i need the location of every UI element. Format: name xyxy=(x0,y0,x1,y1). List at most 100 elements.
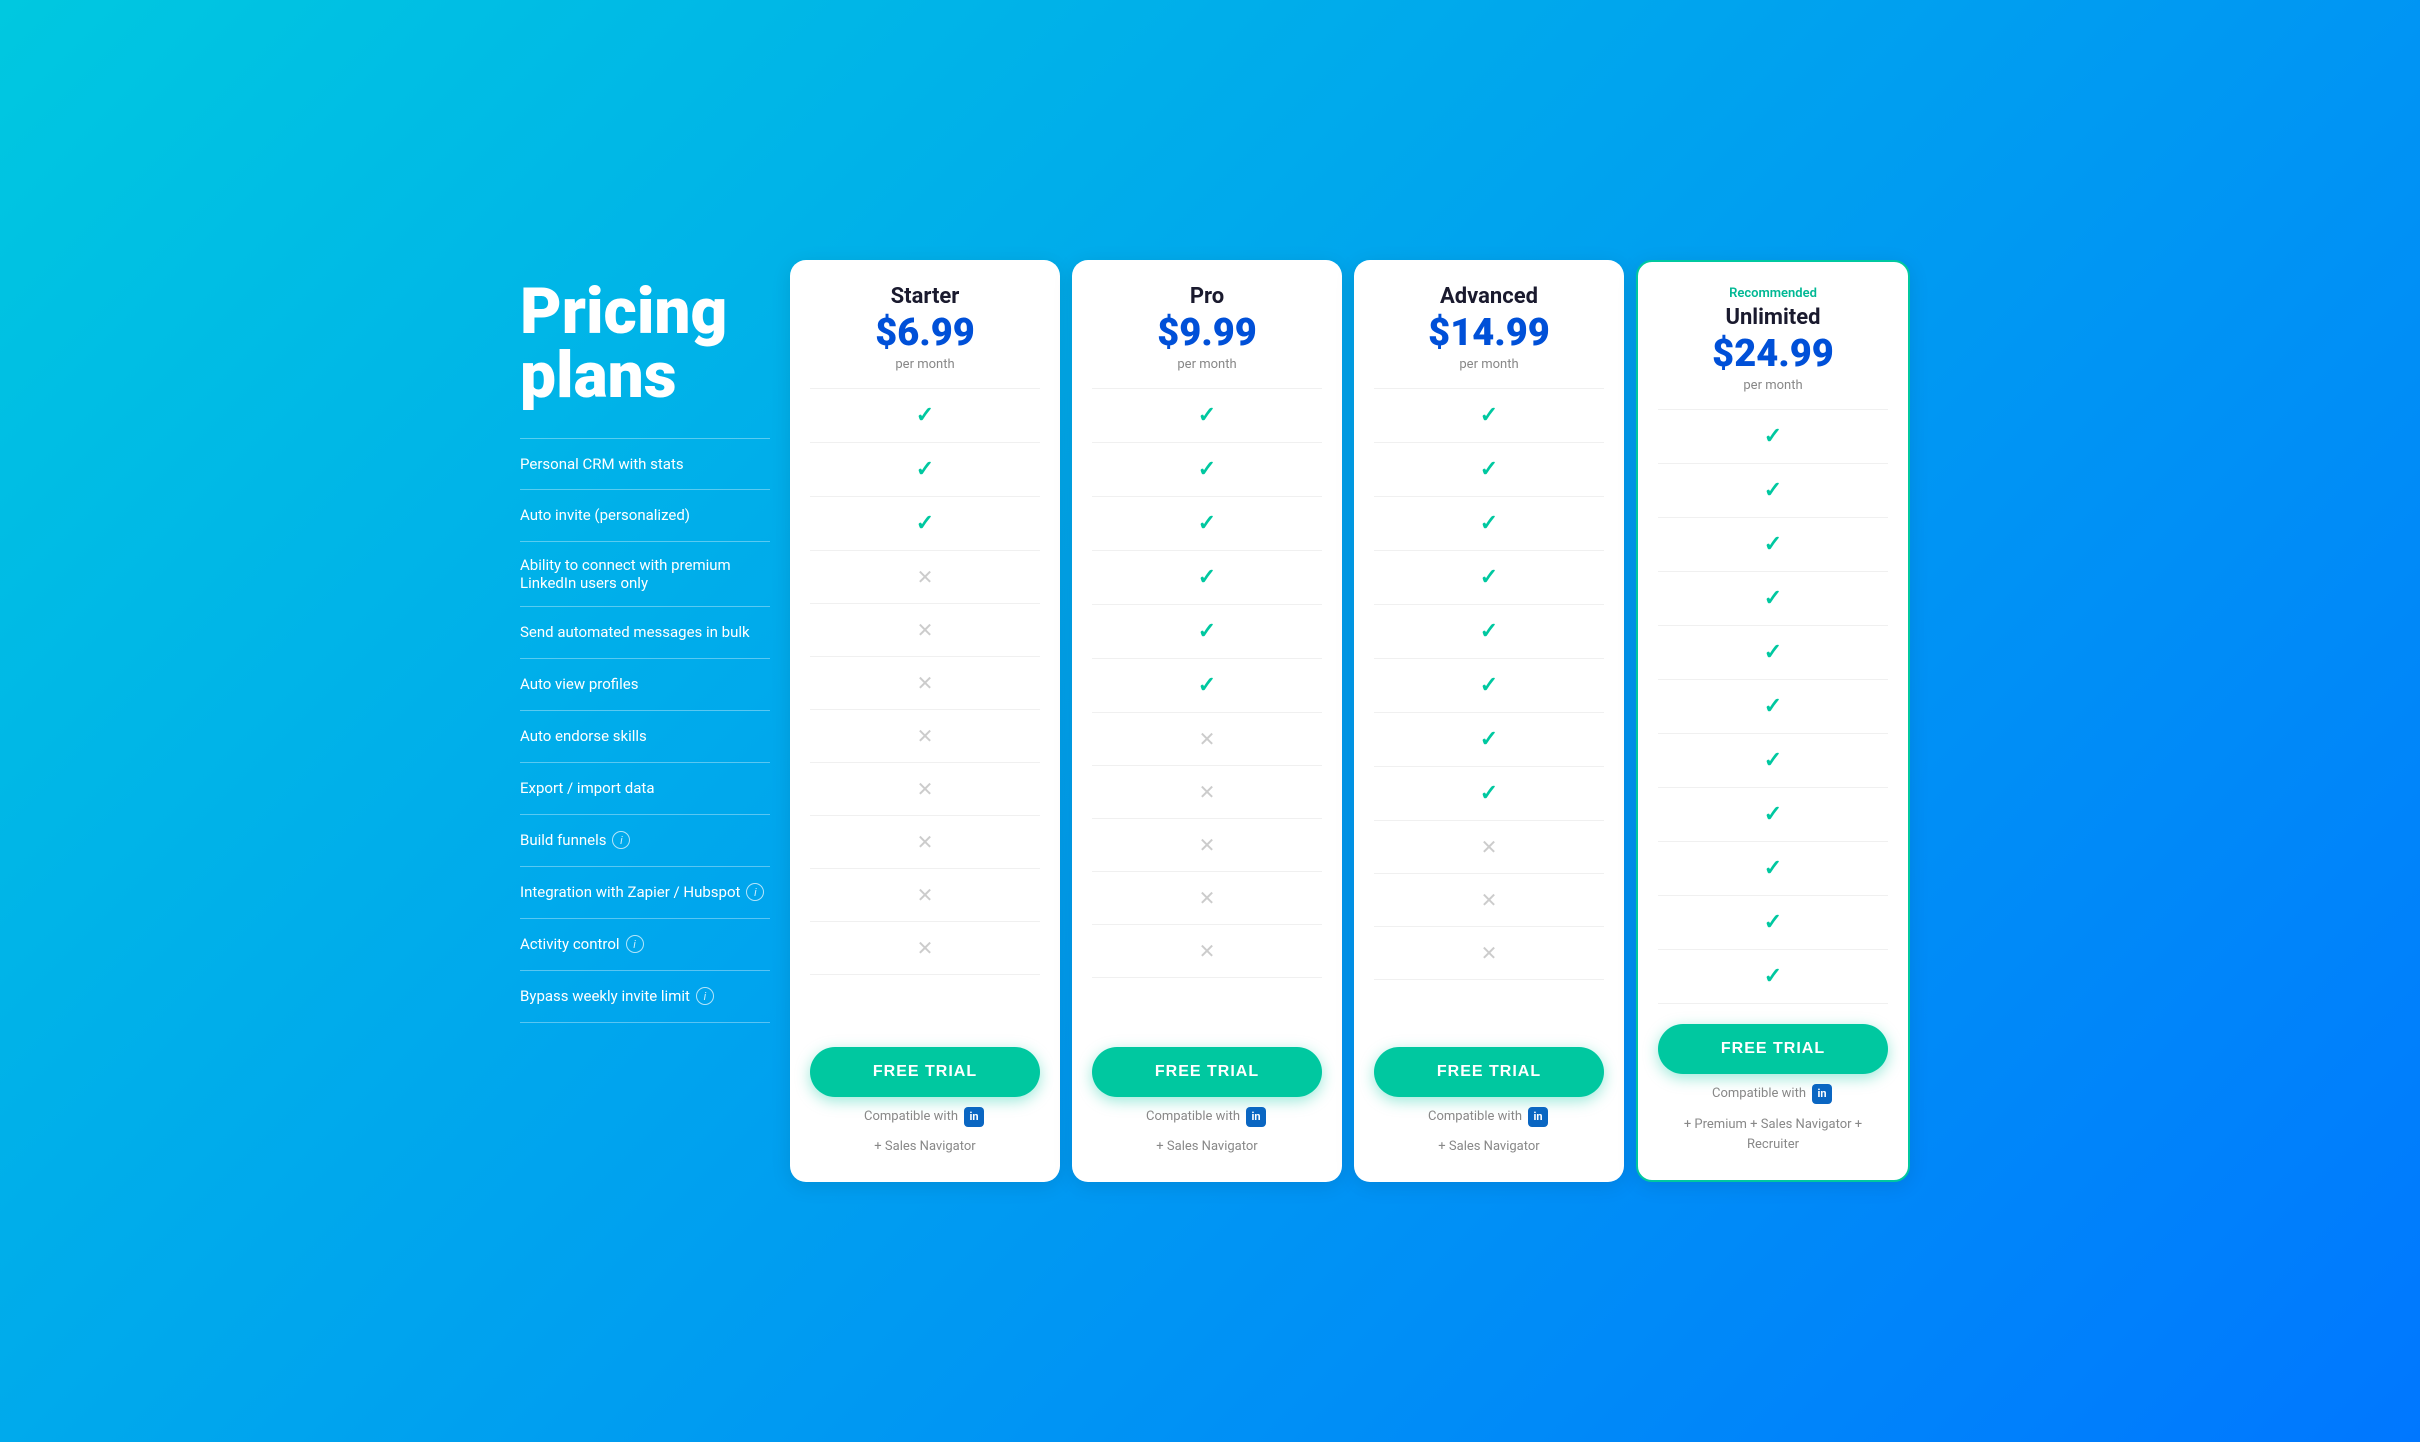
feature-item-2: Ability to connect with premium LinkedIn… xyxy=(520,542,770,607)
check-row-starter-8: ✕ xyxy=(810,816,1040,869)
feature-item-1: Auto invite (personalized) xyxy=(520,490,770,542)
check-row-advanced-7: ✓ xyxy=(1374,767,1604,821)
plan-period-pro: per month xyxy=(1092,357,1322,372)
check-no-icon: ✕ xyxy=(1199,886,1216,910)
check-yes-icon: ✓ xyxy=(1764,532,1782,557)
check-yes-icon: ✓ xyxy=(916,403,934,428)
check-yes-icon: ✓ xyxy=(1480,781,1498,806)
check-row-starter-3: ✕ xyxy=(810,551,1040,604)
check-yes-icon: ✓ xyxy=(1480,457,1498,482)
check-row-unlimited-1: ✓ xyxy=(1658,464,1888,518)
check-no-icon: ✕ xyxy=(1481,835,1498,859)
check-no-icon: ✕ xyxy=(1199,833,1216,857)
info-icon-10[interactable]: i xyxy=(696,987,714,1005)
compatible-row-advanced: Compatible with in xyxy=(1428,1107,1550,1128)
check-yes-icon: ✓ xyxy=(1198,403,1216,428)
linkedin-badge-advanced: in xyxy=(1528,1107,1548,1127)
info-icon-7[interactable]: i xyxy=(612,831,630,849)
check-row-pro-2: ✓ xyxy=(1092,497,1322,551)
check-yes-icon: ✓ xyxy=(1764,640,1782,665)
check-yes-icon: ✓ xyxy=(1480,727,1498,752)
check-yes-icon: ✓ xyxy=(916,511,934,536)
pricing-page: Pricing plans Personal CRM with statsAut… xyxy=(510,260,1910,1182)
plan-name-starter: Starter xyxy=(810,284,1040,309)
check-yes-icon: ✓ xyxy=(1480,673,1498,698)
plan-price-pro: $9.99 xyxy=(1092,313,1322,355)
check-yes-icon: ✓ xyxy=(1764,478,1782,503)
check-yes-icon: ✓ xyxy=(1764,964,1782,989)
check-row-advanced-10: ✕ xyxy=(1374,927,1604,980)
check-row-starter-7: ✕ xyxy=(810,763,1040,816)
check-no-icon: ✕ xyxy=(917,565,934,589)
check-row-pro-6: ✕ xyxy=(1092,713,1322,766)
feature-item-10: Bypass weekly invite limiti xyxy=(520,971,770,1023)
check-row-unlimited-4: ✓ xyxy=(1658,626,1888,680)
free-trial-button-unlimited[interactable]: FREE TRIAL xyxy=(1658,1024,1888,1074)
check-row-pro-9: ✕ xyxy=(1092,872,1322,925)
compatible-row-unlimited: Compatible with in xyxy=(1712,1084,1834,1105)
check-row-starter-0: ✓ xyxy=(810,388,1040,443)
compatible-row-pro: Compatible with in xyxy=(1146,1107,1268,1128)
page-title: Pricing plans xyxy=(520,280,770,408)
check-no-icon: ✕ xyxy=(917,618,934,642)
extras-starter: + Sales Navigator xyxy=(874,1137,975,1158)
check-no-icon: ✕ xyxy=(917,883,934,907)
feature-checks-unlimited: ✓✓✓✓✓✓✓✓✓✓✓ xyxy=(1658,409,1888,1004)
feature-item-9: Activity controli xyxy=(520,919,770,971)
features-list: Personal CRM with statsAuto invite (pers… xyxy=(520,438,770,1023)
check-row-pro-0: ✓ xyxy=(1092,388,1322,443)
linkedin-badge-pro: in xyxy=(1246,1107,1266,1127)
feature-item-5: Auto endorse skills xyxy=(520,711,770,763)
check-row-pro-8: ✕ xyxy=(1092,819,1322,872)
check-row-advanced-8: ✕ xyxy=(1374,821,1604,874)
plan-price-starter: $6.99 xyxy=(810,313,1040,355)
check-no-icon: ✕ xyxy=(917,830,934,854)
free-trial-button-advanced[interactable]: FREE TRIAL xyxy=(1374,1047,1604,1097)
info-icon-9[interactable]: i xyxy=(626,935,644,953)
check-row-unlimited-7: ✓ xyxy=(1658,788,1888,842)
check-yes-icon: ✓ xyxy=(1764,748,1782,773)
check-row-advanced-0: ✓ xyxy=(1374,388,1604,443)
cta-section-starter: FREE TRIALCompatible with in+ Sales Navi… xyxy=(810,1047,1040,1159)
free-trial-button-pro[interactable]: FREE TRIAL xyxy=(1092,1047,1322,1097)
check-yes-icon: ✓ xyxy=(1198,565,1216,590)
plan-period-starter: per month xyxy=(810,357,1040,372)
check-row-advanced-5: ✓ xyxy=(1374,659,1604,713)
check-row-starter-4: ✕ xyxy=(810,604,1040,657)
feature-item-0: Personal CRM with stats xyxy=(520,438,770,490)
check-row-starter-9: ✕ xyxy=(810,869,1040,922)
feature-item-7: Build funnelsi xyxy=(520,815,770,867)
check-row-starter-1: ✓ xyxy=(810,443,1040,497)
cta-section-pro: FREE TRIAL Compatible with in + Sales Navi… xyxy=(1092,1047,1322,1159)
feature-checks-advanced: ✓✓✓✓✓✓✓✓✕✕✕ xyxy=(1374,388,1604,1027)
check-row-pro-3: ✓ xyxy=(1092,551,1322,605)
check-row-advanced-3: ✓ xyxy=(1374,551,1604,605)
check-row-pro-4: ✓ xyxy=(1092,605,1322,659)
compatible-text-pro: Compatible with xyxy=(1146,1107,1240,1128)
plan-header-pro: Pro$9.99per month xyxy=(1092,284,1322,372)
info-icon-8[interactable]: i xyxy=(746,883,764,901)
check-yes-icon: ✓ xyxy=(1198,673,1216,698)
feature-checks-starter: ✓✓✓✕✕✕✕✕✕✕✕ xyxy=(810,388,1040,1027)
check-row-starter-6: ✕ xyxy=(810,710,1040,763)
plan-card-unlimited: RecommendedUnlimited$24.99per month✓✓✓✓✓… xyxy=(1636,260,1910,1182)
plan-card-advanced: Advanced$14.99per month✓✓✓✓✓✓✓✓✕✕✕FREE T… xyxy=(1354,260,1624,1182)
linkedin-badge-unlimited: in xyxy=(1812,1084,1832,1104)
check-row-starter-2: ✓ xyxy=(810,497,1040,551)
feature-item-4: Auto view profiles xyxy=(520,659,770,711)
check-yes-icon: ✓ xyxy=(1764,694,1782,719)
free-trial-button-starter[interactable]: FREE TRIAL xyxy=(810,1047,1040,1097)
check-yes-icon: ✓ xyxy=(1480,565,1498,590)
extras-advanced: + Sales Navigator xyxy=(1438,1137,1539,1158)
check-yes-icon: ✓ xyxy=(916,457,934,482)
check-row-unlimited-10: ✓ xyxy=(1658,950,1888,1004)
check-row-advanced-4: ✓ xyxy=(1374,605,1604,659)
plan-header-advanced: Advanced$14.99per month xyxy=(1374,284,1604,372)
compatible-text-unlimited: Compatible with xyxy=(1712,1084,1806,1105)
extras-pro: + Sales Navigator xyxy=(1156,1137,1257,1158)
check-no-icon: ✕ xyxy=(1199,780,1216,804)
cta-section-advanced: FREE TRIAL Compatible with in + Sales Navi… xyxy=(1374,1047,1604,1159)
check-no-icon: ✕ xyxy=(917,671,934,695)
plan-price-unlimited: $24.99 xyxy=(1658,334,1888,376)
check-no-icon: ✕ xyxy=(917,777,934,801)
